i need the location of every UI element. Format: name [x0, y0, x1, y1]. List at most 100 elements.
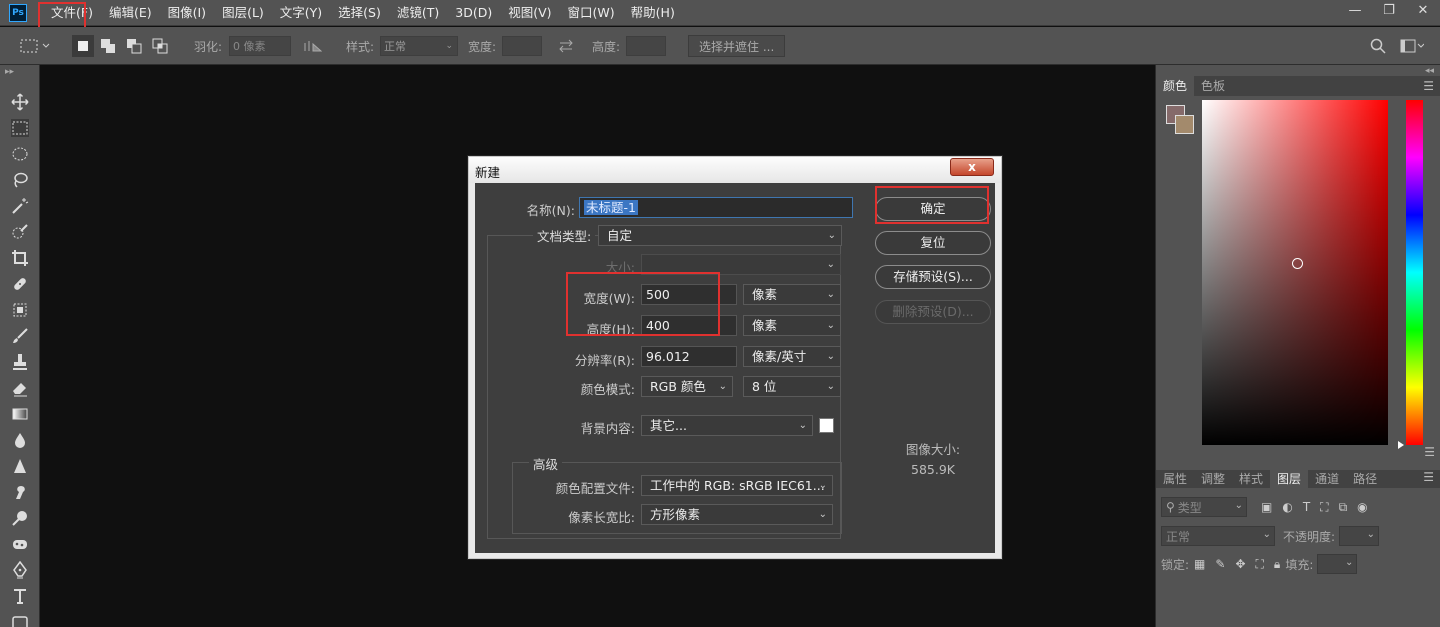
- doc-type-dropdown[interactable]: 自定 ⌄: [598, 225, 842, 246]
- menu-image[interactable]: 图像(I): [160, 0, 214, 26]
- select-and-mask-button[interactable]: 选择并遮住 ...: [688, 35, 786, 57]
- intersect-selection-icon[interactable]: [152, 27, 168, 65]
- menu-window[interactable]: 窗口(W): [560, 0, 623, 26]
- sponge-tool-icon[interactable]: [0, 531, 40, 557]
- lock-artboard-icon[interactable]: ⛶: [1256, 557, 1264, 572]
- width-unit-dropdown[interactable]: 像素 ⌄: [743, 284, 841, 305]
- panel-grip-icon[interactable]: ▸▸: [0, 65, 39, 89]
- filter-toggle-icon[interactable]: ◉: [1357, 500, 1367, 514]
- menu-filter[interactable]: 滤镜(T): [389, 0, 447, 26]
- tab-adjustments[interactable]: 调整: [1194, 470, 1232, 488]
- advanced-title: 高级: [529, 454, 563, 473]
- menu-type[interactable]: 文字(Y): [272, 0, 330, 26]
- magic-wand-icon[interactable]: [0, 193, 40, 219]
- dodge-tool-icon[interactable]: [0, 505, 40, 531]
- search-icon[interactable]: [1370, 27, 1386, 65]
- panel-menu-icon[interactable]: ☰: [1424, 445, 1435, 459]
- save-preset-button[interactable]: 存储预设(S)...: [875, 265, 991, 289]
- menu-bar: Ps 文件(F) 编辑(E) 图像(I) 图层(L) 文字(Y) 选择(S) 滤…: [0, 0, 1440, 26]
- lock-pixels-icon[interactable]: ✎: [1215, 557, 1225, 571]
- tab-layers[interactable]: 图层: [1270, 470, 1309, 488]
- quick-select-icon[interactable]: [0, 219, 40, 245]
- menu-3d[interactable]: 3D(D): [447, 0, 500, 26]
- doc-type-value: 自定: [607, 228, 633, 243]
- menu-view[interactable]: 视图(V): [500, 0, 559, 26]
- color-profile-dropdown[interactable]: 工作中的 RGB: sRGB IEC61... ⌄: [641, 475, 833, 496]
- panel-collapse-icon[interactable]: ◂◂: [1425, 66, 1434, 76]
- background-color-swatch[interactable]: [1175, 115, 1194, 134]
- bit-depth-dropdown[interactable]: 8 位 ⌄: [743, 376, 841, 397]
- color-picker-cursor[interactable]: [1292, 258, 1303, 269]
- resolution-unit-dropdown[interactable]: 像素/英寸 ⌄: [743, 346, 841, 367]
- pixel-aspect-dropdown[interactable]: 方形像素 ⌄: [641, 504, 833, 525]
- fill-input[interactable]: ⌄: [1317, 554, 1358, 574]
- gradient-tool-icon[interactable]: [0, 401, 40, 427]
- brush-tool-icon[interactable]: [0, 323, 40, 349]
- tab-paths[interactable]: 路径: [1346, 470, 1384, 488]
- color-picker-field[interactable]: [1202, 100, 1388, 445]
- rectangle-tool-icon[interactable]: [0, 609, 40, 627]
- height-unit-dropdown[interactable]: 像素 ⌄: [743, 315, 841, 336]
- anti-alias-icon[interactable]: [304, 27, 322, 65]
- type-tool-icon[interactable]: [0, 583, 40, 609]
- smudge-tool-icon[interactable]: [0, 479, 40, 505]
- color-mode-dropdown[interactable]: RGB 颜色 ⌄: [641, 376, 733, 397]
- resolution-input[interactable]: 96.012: [641, 346, 737, 367]
- workspace-icon[interactable]: [1400, 27, 1424, 65]
- crop-tool-icon[interactable]: [0, 245, 40, 271]
- type-filter-icon[interactable]: T: [1303, 500, 1310, 514]
- hue-slider-handle[interactable]: [1398, 441, 1404, 449]
- blur-tool-icon[interactable]: [0, 427, 40, 453]
- menu-layer[interactable]: 图层(L): [214, 0, 272, 26]
- tab-channels[interactable]: 通道: [1308, 470, 1346, 488]
- eraser-tool-icon[interactable]: [0, 375, 40, 401]
- reset-button[interactable]: 复位: [875, 231, 991, 255]
- lasso-tool-icon[interactable]: [0, 167, 40, 193]
- dialog-titlebar[interactable]: 新建 x: [469, 157, 1001, 183]
- hue-slider[interactable]: [1406, 100, 1423, 445]
- feather-input[interactable]: 0 像素: [229, 36, 291, 56]
- new-selection-icon[interactable]: [72, 35, 94, 57]
- background-color-swatch[interactable]: [819, 418, 834, 433]
- tab-styles[interactable]: 样式: [1232, 470, 1270, 488]
- opacity-input[interactable]: ⌄: [1339, 526, 1380, 546]
- background-dropdown[interactable]: 其它... ⌄: [641, 415, 813, 436]
- marquee-preset-icon[interactable]: [20, 27, 50, 65]
- menu-help[interactable]: 帮助(H): [623, 0, 683, 26]
- pen-tool-icon[interactable]: [0, 557, 40, 583]
- style-dropdown[interactable]: 正常 ⌄: [380, 36, 458, 56]
- lock-position-icon[interactable]: ✥: [1235, 557, 1245, 571]
- menu-select[interactable]: 选择(S): [330, 0, 389, 26]
- tab-color[interactable]: 颜色: [1156, 76, 1195, 96]
- move-tool-icon[interactable]: [0, 89, 40, 115]
- blend-mode-dropdown[interactable]: 正常 ⌄: [1161, 526, 1275, 546]
- close-icon[interactable]: ✕: [1406, 0, 1440, 22]
- shape-filter-icon[interactable]: ⛶: [1320, 500, 1328, 515]
- lock-transparency-icon[interactable]: ▦: [1194, 557, 1205, 571]
- tab-properties[interactable]: 属性: [1156, 470, 1194, 488]
- subtract-selection-icon[interactable]: [126, 27, 142, 65]
- smart-object-filter-icon[interactable]: ⧉: [1339, 500, 1348, 515]
- swap-dimensions-icon[interactable]: [558, 27, 574, 65]
- menu-edit[interactable]: 编辑(E): [101, 0, 160, 26]
- patch-tool-icon[interactable]: [0, 297, 40, 323]
- stamp-tool-icon[interactable]: [0, 349, 40, 375]
- restore-icon[interactable]: ❐: [1372, 0, 1406, 22]
- height-input[interactable]: [626, 36, 666, 56]
- name-input[interactable]: 未标题-1: [579, 197, 853, 218]
- panel-menu-icon[interactable]: ☰: [1423, 79, 1434, 93]
- layer-filter-dropdown[interactable]: ⚲ 类型 ⌄: [1161, 497, 1247, 517]
- lock-all-icon[interactable]: 🔒︎: [1274, 557, 1280, 572]
- sharpen-tool-icon[interactable]: [0, 453, 40, 479]
- ellipse-tool-icon[interactable]: [0, 141, 40, 167]
- close-icon[interactable]: x: [950, 158, 994, 176]
- marquee-tool-icon[interactable]: [0, 115, 40, 141]
- panel-menu-icon[interactable]: ☰: [1423, 470, 1434, 484]
- minimize-icon[interactable]: —: [1338, 0, 1372, 22]
- adjustment-filter-icon[interactable]: ◐: [1282, 500, 1292, 514]
- image-filter-icon[interactable]: ▣: [1261, 500, 1272, 514]
- tab-swatches[interactable]: 色板: [1194, 76, 1232, 96]
- width-input[interactable]: [502, 36, 542, 56]
- add-selection-icon[interactable]: [100, 27, 116, 65]
- healing-brush-icon[interactable]: [0, 271, 40, 297]
